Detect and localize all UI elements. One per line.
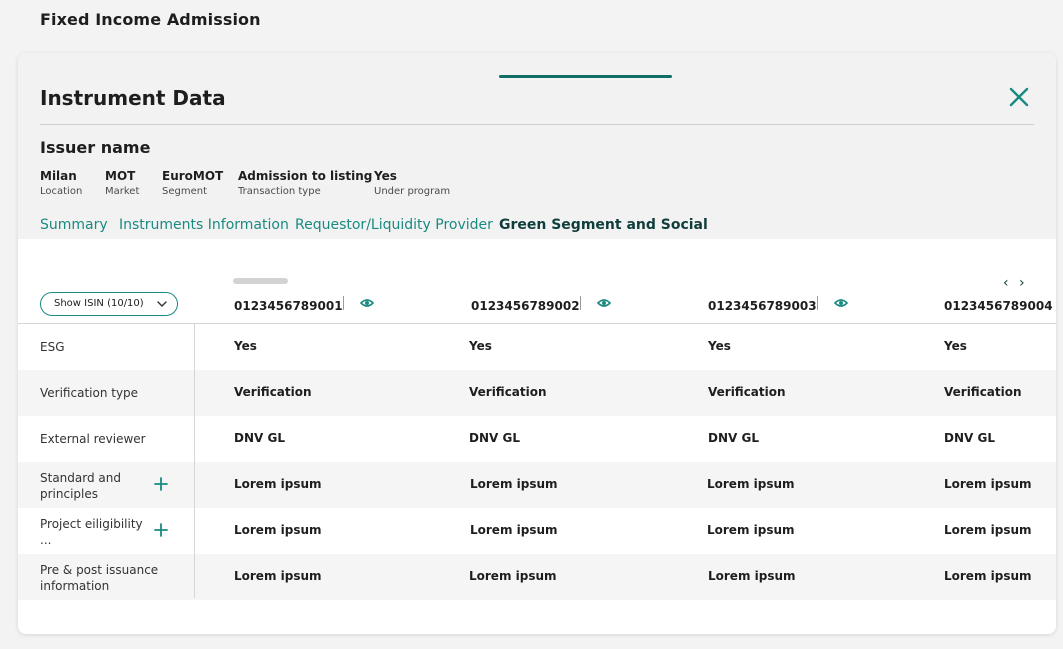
meta-value: Yes <box>374 169 397 183</box>
table-cell: Verification <box>708 385 786 399</box>
chevron-left-icon[interactable]: ‹ <box>1003 275 1009 291</box>
panel-header: Instrument Data Issuer name Milan Locati… <box>18 53 1056 239</box>
eye-icon[interactable] <box>360 298 374 308</box>
table-cell: Lorem ipsum <box>708 569 796 583</box>
meta-label: Transaction type <box>238 186 321 197</box>
meta-under-program: Yes Under program <box>374 169 450 197</box>
meta-market: MOT Market <box>105 169 139 197</box>
table-row: Project eiligibility ... Lorem ipsum Lor… <box>18 508 1056 554</box>
table-cell: Lorem ipsum <box>470 523 558 537</box>
table-cell: Lorem ipsum <box>469 569 557 583</box>
horizontal-scrollbar[interactable] <box>233 278 288 284</box>
row-label: Pre & post issuance information <box>40 563 159 593</box>
meta-value: MOT <box>105 169 136 183</box>
table-cell: Lorem ipsum <box>234 477 322 491</box>
chevron-right-icon[interactable]: › <box>1019 275 1025 291</box>
tab-green-segment-and-social[interactable]: Green Segment and Social <box>499 217 708 233</box>
page-title: Fixed Income Admission <box>40 10 261 29</box>
isin-separator <box>343 296 344 310</box>
show-isin-label: Show ISIN (10/10) <box>54 298 144 309</box>
show-isin-dropdown[interactable]: Show ISIN (10/10) <box>40 292 178 316</box>
meta-location: Milan Location <box>40 169 82 197</box>
row-label: ESG <box>40 340 65 354</box>
table-cell: DNV GL <box>708 431 759 445</box>
table-cell: Lorem ipsum <box>944 569 1032 583</box>
row-label: Verification type <box>40 386 139 400</box>
tab-summary[interactable]: Summary <box>40 217 108 233</box>
meta-transaction-type: Admission to listing Transaction type <box>238 169 372 197</box>
table-cell: DNV GL <box>234 431 285 445</box>
meta-value: Milan <box>40 169 77 183</box>
isin-header: 0123456789002 <box>471 299 580 313</box>
table-cell: Lorem ipsum <box>707 523 795 537</box>
isin-header: 0123456789001 <box>234 299 343 313</box>
isin-separator <box>580 296 581 310</box>
table-cell: Verification <box>234 385 312 399</box>
table-cell: Lorem ipsum <box>234 569 322 583</box>
table-cell: Lorem ipsum <box>470 477 558 491</box>
table-row: External reviewer DNV GL DNV GL DNV GL D… <box>18 416 1056 462</box>
row-label: External reviewer <box>40 432 146 446</box>
isin-separator <box>817 296 818 310</box>
active-tab-indicator <box>499 75 672 78</box>
table-row: Verification type Verification Verificat… <box>18 370 1056 416</box>
table-cell: DNV GL <box>944 431 995 445</box>
plus-icon[interactable] <box>154 477 168 491</box>
plus-icon[interactable] <box>154 523 168 537</box>
chevron-down-icon <box>157 301 167 307</box>
meta-segment: EuroMOT Segment <box>162 169 223 197</box>
panel-title: Instrument Data <box>40 86 226 110</box>
table-row: ESG Yes Yes Yes Yes <box>18 324 1056 370</box>
tab-instruments-information[interactable]: Instruments Information <box>119 217 289 233</box>
table-cell: Yes <box>944 339 967 353</box>
eye-icon[interactable] <box>597 298 611 308</box>
label-column-divider <box>194 324 195 598</box>
table-cell: Verification <box>944 385 1022 399</box>
isin-header: 0123456789003 <box>708 299 817 313</box>
meta-label: Location <box>40 186 83 197</box>
row-label: Standard and principles <box>40 471 121 501</box>
table-row: Standard and principles Lorem ipsum Lore… <box>18 462 1056 508</box>
table-cell: Yes <box>708 339 731 353</box>
table-cell: Lorem ipsum <box>944 477 1032 491</box>
meta-value: Admission to listing <box>238 169 373 183</box>
header-divider <box>40 124 1034 125</box>
table-cell: DNV GL <box>469 431 520 445</box>
table-cell: Verification <box>469 385 547 399</box>
table-row: Pre & post issuance information Lorem ip… <box>18 554 1056 600</box>
instrument-data-panel: Instrument Data Issuer name Milan Locati… <box>18 53 1056 634</box>
table-cell: Lorem ipsum <box>707 477 795 491</box>
close-icon[interactable] <box>1008 86 1030 108</box>
table-cell: Lorem ipsum <box>944 523 1032 537</box>
meta-label: Segment <box>162 186 207 197</box>
meta-value: EuroMOT <box>162 169 224 183</box>
table-cell: Yes <box>469 339 492 353</box>
isin-header: 0123456789004 <box>944 299 1053 313</box>
meta-label: Under program <box>374 186 451 197</box>
meta-label: Market <box>105 186 140 197</box>
row-label: Project eiligibility ... <box>40 517 143 547</box>
table-cell: Lorem ipsum <box>234 523 322 537</box>
tab-requestor-liquidity-provider[interactable]: Requestor/Liquidity Provider <box>295 217 493 233</box>
eye-icon[interactable] <box>834 298 848 308</box>
table-cell: Yes <box>234 339 257 353</box>
issuer-name: Issuer name <box>40 138 151 157</box>
